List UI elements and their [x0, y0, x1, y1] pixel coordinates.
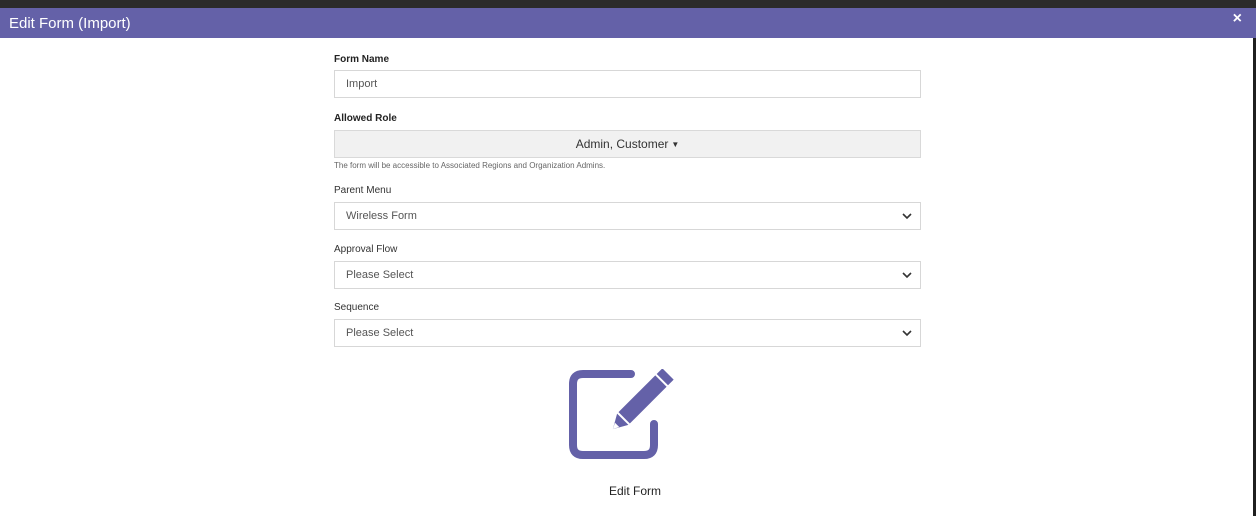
parent-menu-value: Wireless Form — [346, 210, 417, 222]
dialog-titlebar: Edit Form (Import) × — [0, 8, 1256, 38]
caret-down-icon: ▼ — [671, 140, 680, 149]
edit-form-label[interactable]: Edit Form — [570, 484, 700, 498]
allowed-role-hint: The form will be accessible to Associate… — [334, 161, 606, 170]
chevron-down-icon — [902, 262, 912, 298]
sequence-select[interactable]: Please Select — [334, 319, 921, 347]
close-icon[interactable]: × — [1233, 10, 1242, 28]
form-name-label: Form Name — [334, 54, 390, 65]
approval-flow-label: Approval Flow — [334, 244, 398, 255]
background-app-strip — [0, 0, 1256, 8]
form-name-input[interactable]: Import — [334, 70, 921, 98]
sequence-value: Please Select — [346, 327, 414, 339]
parent-menu-select[interactable]: Wireless Form — [334, 202, 921, 230]
approval-flow-value: Please Select — [346, 269, 414, 281]
chevron-down-icon — [902, 203, 912, 239]
dialog-title: Edit Form (Import) — [9, 15, 131, 32]
sequence-label: Sequence — [334, 302, 380, 313]
approval-flow-select[interactable]: Please Select — [334, 261, 921, 289]
edit-form-icon[interactable] — [569, 368, 687, 461]
allowed-role-label: Allowed Role — [334, 113, 397, 124]
allowed-role-dropdown[interactable]: Admin, Customer ▼ — [334, 130, 921, 158]
chevron-down-icon — [902, 320, 912, 356]
allowed-role-value: Admin, Customer — [575, 137, 669, 151]
parent-menu-label: Parent Menu — [334, 185, 392, 196]
